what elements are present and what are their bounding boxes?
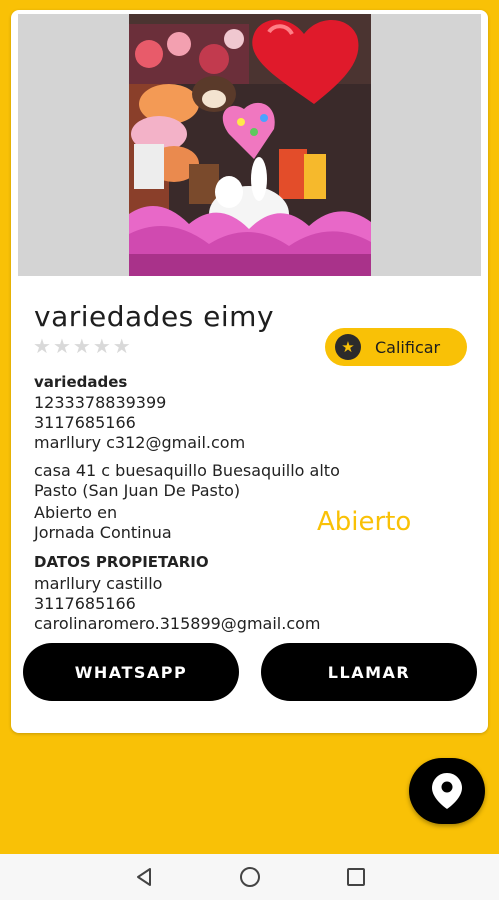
business-hours-line2: Jornada Continua bbox=[34, 523, 172, 542]
nav-back-button[interactable] bbox=[131, 864, 157, 890]
star-icon[interactable]: ★ bbox=[93, 336, 111, 356]
business-name: variedades eimy bbox=[34, 300, 275, 333]
business-phone[interactable]: 3117685166 bbox=[34, 413, 136, 433]
business-photo[interactable] bbox=[129, 14, 371, 276]
business-hours-line1: Abierto en bbox=[34, 503, 118, 522]
map-location-button[interactable] bbox=[409, 758, 485, 824]
business-photo-frame bbox=[18, 14, 481, 276]
back-triangle-icon bbox=[137, 868, 151, 886]
rate-button[interactable]: ★ Calificar bbox=[325, 328, 467, 366]
owner-name: marllury castillo bbox=[34, 574, 163, 593]
business-address-line2: Pasto (San Juan De Pasto) bbox=[34, 481, 241, 500]
business-category: variedades bbox=[34, 373, 128, 391]
recents-square-icon bbox=[347, 868, 365, 886]
star-icon: ★ bbox=[335, 334, 361, 360]
star-icon[interactable]: ★ bbox=[73, 336, 91, 356]
business-email[interactable]: marllury c312@gmail.com bbox=[34, 433, 245, 453]
owner-phone[interactable]: 3117685166 bbox=[34, 594, 136, 614]
star-icon[interactable]: ★ bbox=[53, 336, 71, 356]
nav-recents-button[interactable] bbox=[343, 864, 369, 890]
business-card: variedades eimy ★ ★ ★ ★ ★ ★ Calificar va… bbox=[11, 10, 488, 733]
nav-home-button[interactable] bbox=[237, 864, 263, 890]
open-status: Abierto bbox=[317, 507, 412, 537]
owner-email[interactable]: carolinaromero.315899@gmail.com bbox=[34, 614, 321, 634]
whatsapp-button[interactable]: WHATSAPP bbox=[23, 643, 239, 701]
owner-heading: DATOS PROPIETARIO bbox=[34, 553, 209, 571]
system-nav-bar bbox=[0, 854, 499, 900]
business-address-line1: casa 41 c buesaquillo Buesaquillo alto bbox=[34, 461, 340, 480]
star-icon[interactable]: ★ bbox=[113, 336, 131, 356]
home-circle-icon bbox=[240, 867, 260, 887]
location-pin-icon bbox=[432, 773, 462, 809]
call-button[interactable]: LLAMAR bbox=[261, 643, 477, 701]
business-id-number: 1233378839399 bbox=[34, 393, 167, 412]
rate-button-label: Calificar bbox=[375, 337, 441, 357]
star-icon[interactable]: ★ bbox=[33, 336, 51, 356]
rating-stars[interactable]: ★ ★ ★ ★ ★ bbox=[33, 336, 131, 356]
